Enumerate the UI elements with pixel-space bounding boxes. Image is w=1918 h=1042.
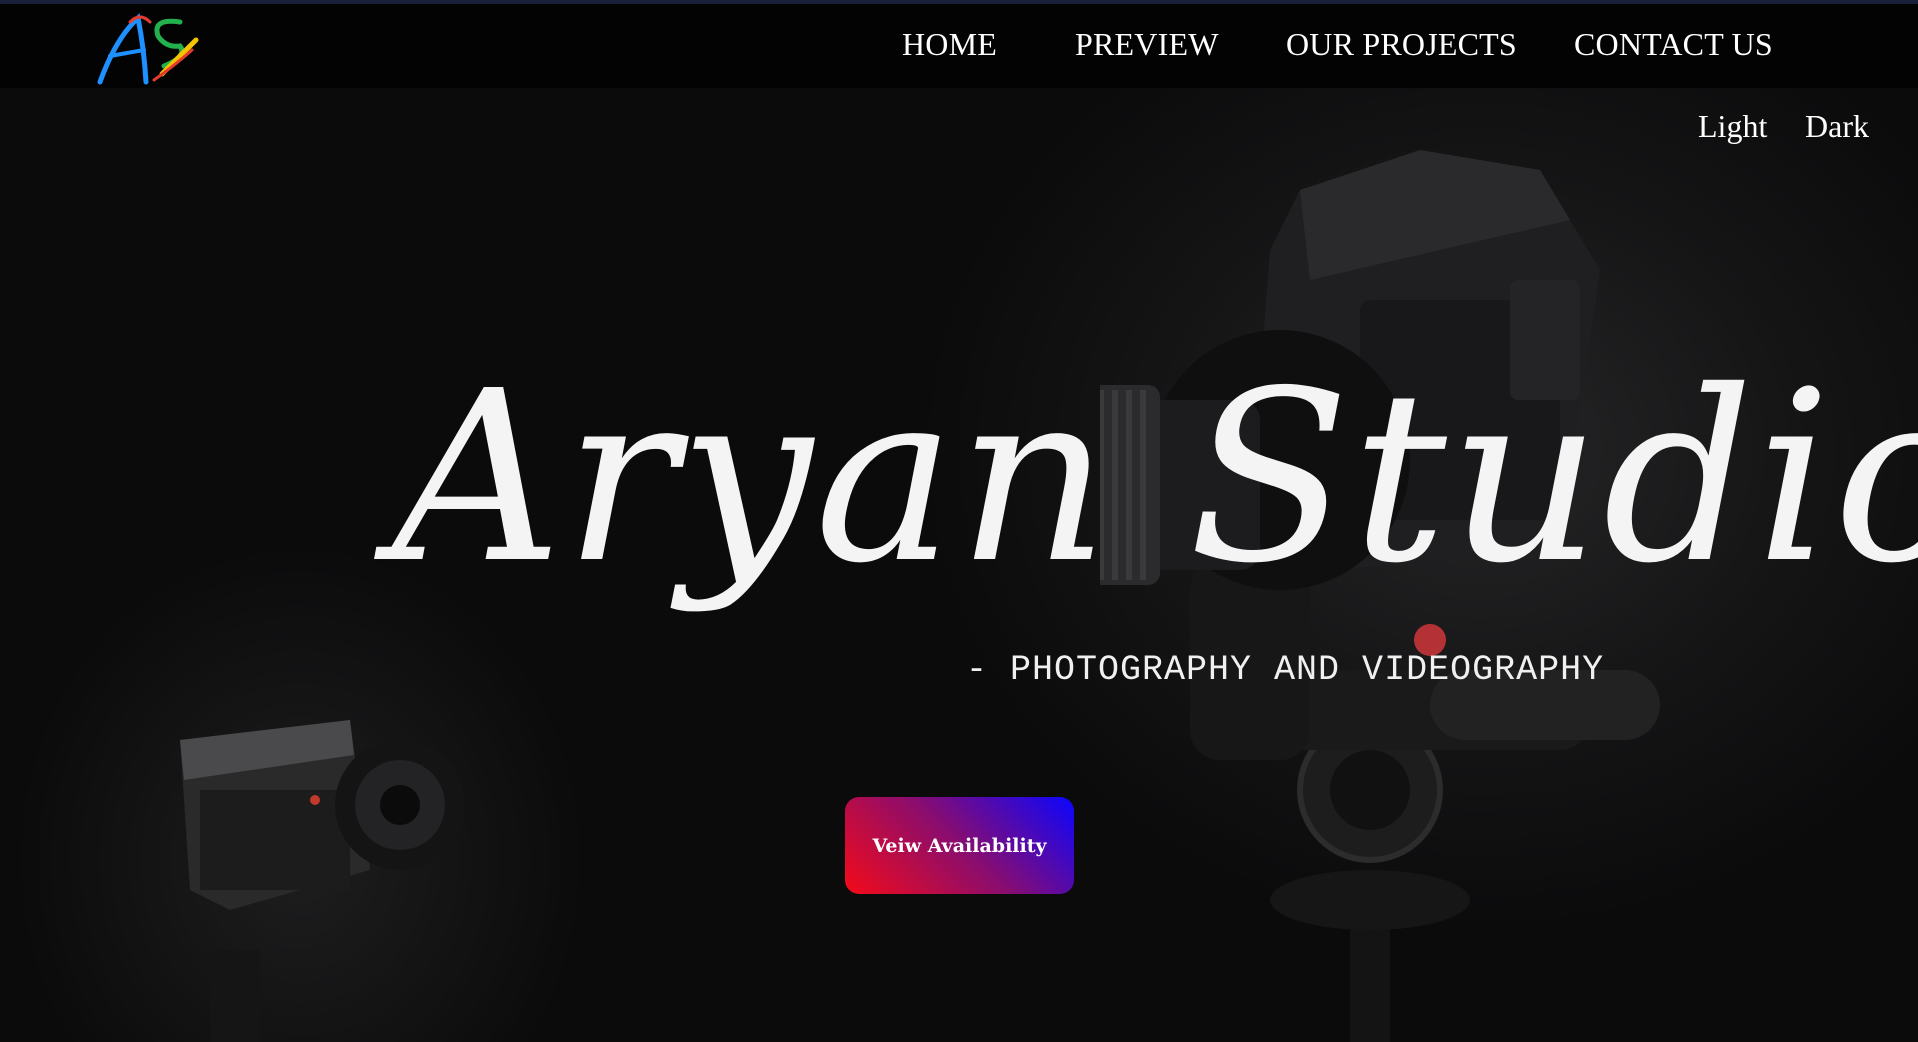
- view-availability-button[interactable]: Veiw Availability: [845, 797, 1074, 894]
- studio-logo[interactable]: [92, 8, 204, 90]
- nav-home-link[interactable]: HOME: [902, 26, 997, 63]
- hero-title: Aryan Studio: [392, 340, 1918, 615]
- navbar: HOME PREVIEW OUR PROJECTS CONTACT US: [0, 4, 1918, 88]
- light-theme-button[interactable]: Light: [1698, 108, 1767, 145]
- small-camera-image: [180, 720, 465, 1042]
- nav-our-projects-link[interactable]: OUR PROJECTS: [1286, 26, 1517, 63]
- nav-preview-link[interactable]: PREVIEW: [1075, 26, 1219, 63]
- hero-subtitle: - PHOTOGRAPHY AND VIDEOGRAPHY: [966, 650, 1605, 690]
- dark-theme-button[interactable]: Dark: [1805, 108, 1869, 145]
- nav-contact-us-link[interactable]: CONTACT US: [1574, 26, 1773, 63]
